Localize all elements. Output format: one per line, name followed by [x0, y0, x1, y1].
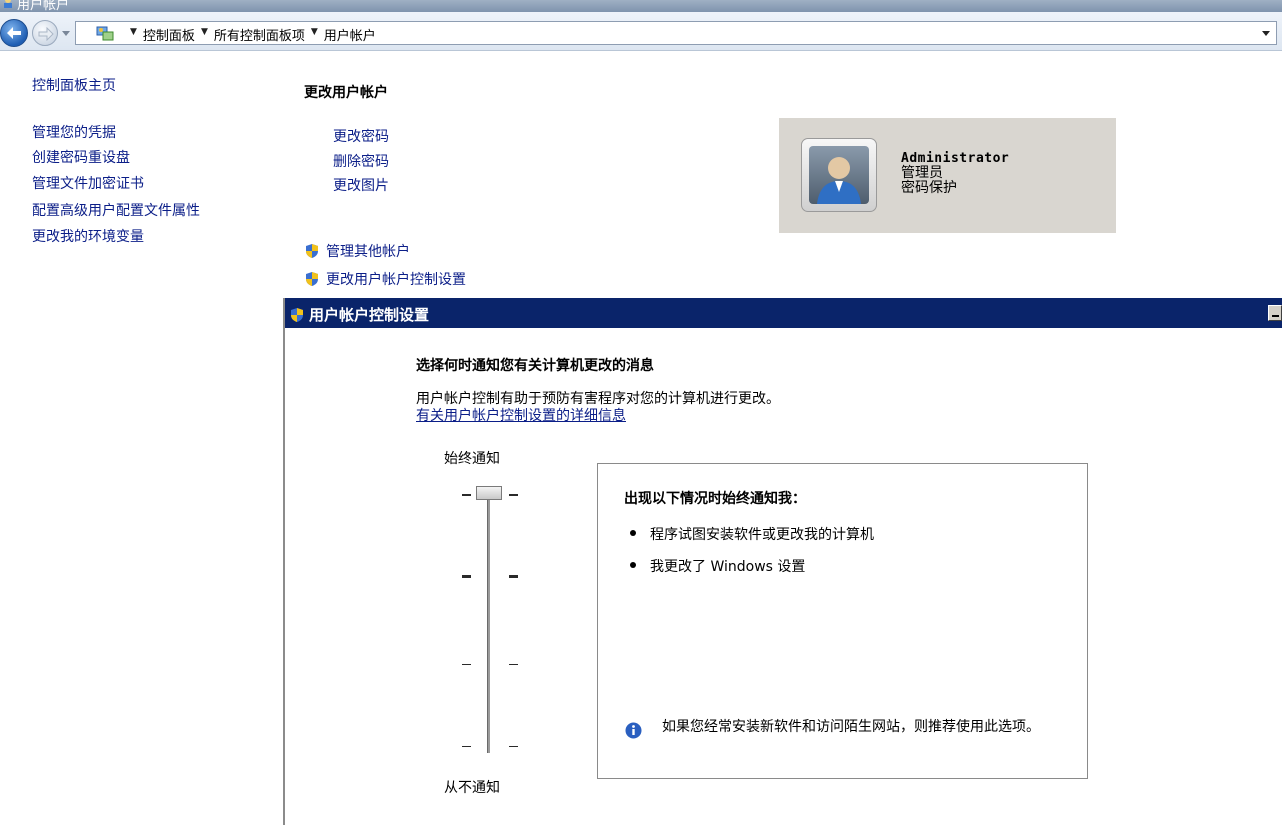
- crumb-user-accounts[interactable]: 用户帐户: [324, 25, 376, 44]
- notification-slider-track[interactable]: [487, 496, 490, 753]
- user-accounts-icon: [4, 0, 12, 8]
- crumb-all-items[interactable]: 所有控制面板项: [214, 25, 305, 44]
- user-avatar-icon: [809, 146, 869, 204]
- back-button[interactable]: [0, 19, 28, 47]
- bullet-text: 我更改了 Windows 设置: [650, 559, 806, 575]
- sidebar-item-reset-disk[interactable]: 创建密码重设盘: [32, 147, 130, 167]
- slider-tick: [462, 575, 471, 578]
- account-name: Administrator: [901, 151, 1010, 166]
- crumb-separator-icon: ▼: [130, 27, 137, 37]
- crumb-separator-icon[interactable]: ▼: [311, 27, 318, 37]
- address-field[interactable]: ▼ 控制面板 ▼ 所有控制面板项 ▼ 用户帐户: [75, 21, 1277, 45]
- crumb-separator-icon[interactable]: ▼: [201, 27, 208, 37]
- slider-tick: [509, 664, 518, 665]
- account-role: 管理员: [901, 165, 943, 181]
- crumb-control-panel[interactable]: 控制面板: [143, 25, 195, 44]
- control-panel-icon: [96, 26, 114, 41]
- slider-tick: [462, 664, 471, 665]
- back-arrow-icon: [7, 27, 21, 39]
- slider-tick: [509, 746, 518, 747]
- uac-window-title: 用户帐户控制设置: [309, 306, 430, 324]
- forward-button[interactable]: [32, 20, 58, 46]
- sidebar-item-encryption-certs[interactable]: 管理文件加密证书: [32, 173, 144, 193]
- change-password-link[interactable]: 更改密码: [333, 126, 389, 146]
- uac-help-link[interactable]: 有关用户帐户控制设置的详细信息: [416, 405, 626, 425]
- slider-tick: [462, 494, 471, 496]
- uac-heading: 选择何时通知您有关计算机更改的消息: [416, 358, 654, 374]
- uac-settings-window: 用户帐户控制设置 选择何时通知您有关计算机更改的消息 用户帐户控制有助于预防有害…: [283, 298, 1282, 825]
- breadcrumb: ▼ 控制面板 ▼ 所有控制面板项 ▼ 用户帐户: [124, 25, 376, 44]
- forward-arrow-icon: [38, 27, 54, 41]
- bullet-icon: [630, 530, 636, 536]
- list-item: 程序试图安装软件或更改我的计算机: [630, 524, 874, 544]
- uac-titlebar: 用户帐户控制设置: [285, 298, 1282, 328]
- sidebar-item-credentials[interactable]: 管理您的凭据: [32, 122, 116, 142]
- level-description-box: 出现以下情况时始终通知我： 程序试图安装软件或更改我的计算机 我更改了 Wind…: [597, 463, 1088, 779]
- slider-tick: [509, 494, 518, 496]
- window-title: 用户帐户: [17, 0, 70, 12]
- minimize-button[interactable]: [1268, 305, 1282, 321]
- sidebar-item-profile-properties[interactable]: 配置高级用户配置文件属性: [32, 200, 200, 220]
- avatar[interactable]: [801, 138, 877, 212]
- level-title: 出现以下情况时始终通知我：: [624, 491, 806, 507]
- address-dropdown[interactable]: [1262, 31, 1270, 36]
- slider-bottom-label: 从不通知: [444, 780, 500, 796]
- recommendation-note: 如果您经常安装新软件和访问陌生网站，则推荐使用此选项。: [662, 719, 1040, 735]
- page-title: 更改用户帐户: [304, 85, 388, 101]
- uac-settings-label: 更改用户帐户控制设置: [326, 272, 466, 288]
- uac-shield-icon: [291, 308, 303, 322]
- address-bar: ▼ 控制面板 ▼ 所有控制面板项 ▼ 用户帐户: [0, 12, 1282, 51]
- slider-tick: [462, 746, 471, 747]
- change-picture-link[interactable]: 更改图片: [333, 175, 389, 195]
- bullet-text: 程序试图安装软件或更改我的计算机: [650, 527, 874, 543]
- notification-slider-thumb[interactable]: [476, 486, 502, 500]
- manage-other-accounts-link[interactable]: 管理其他帐户: [304, 241, 410, 261]
- window-titlebar: 用户帐户: [0, 0, 1282, 12]
- slider-tick: [509, 575, 518, 578]
- slider-top-label: 始终通知: [444, 451, 500, 467]
- uac-settings-link[interactable]: 更改用户帐户控制设置: [304, 269, 466, 289]
- account-status: 密码保护: [901, 180, 957, 196]
- sidebar-item-environment-vars[interactable]: 更改我的环境变量: [32, 226, 144, 246]
- info-icon: [625, 722, 642, 739]
- remove-password-link[interactable]: 删除密码: [333, 151, 389, 171]
- list-item: 我更改了 Windows 设置: [630, 556, 805, 576]
- bullet-icon: [630, 562, 636, 568]
- account-panel: Administrator 管理员 密码保护: [779, 118, 1116, 233]
- uac-shield-icon: [306, 244, 318, 258]
- recent-pages-dropdown[interactable]: [62, 31, 70, 36]
- manage-other-accounts-label: 管理其他帐户: [326, 244, 410, 260]
- sidebar-home-link[interactable]: 控制面板主页: [32, 75, 116, 95]
- uac-shield-icon: [306, 272, 318, 286]
